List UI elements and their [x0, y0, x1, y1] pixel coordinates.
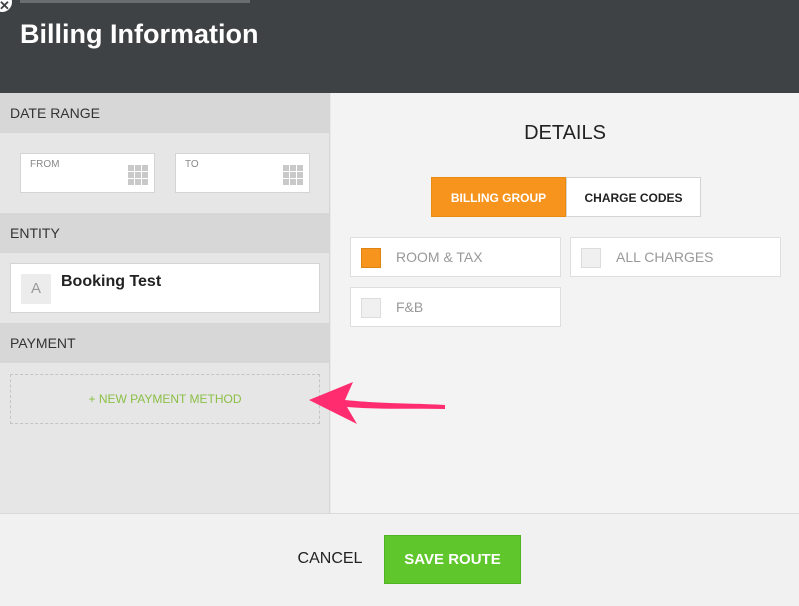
page-title: Billing Information	[20, 19, 259, 49]
to-date-label: TO	[185, 159, 199, 170]
to-date-field[interactable]: TO	[175, 153, 310, 193]
from-date-label: FROM	[30, 159, 60, 170]
entity-heading: ENTITY	[0, 213, 329, 253]
cancel-button[interactable]: CANCEL	[292, 536, 368, 582]
all-charges-checkbox[interactable]	[581, 248, 601, 268]
option-fnb[interactable]: F&B	[350, 287, 561, 327]
details-panel: DETAILS BILLING GROUP CHARGE CODES ROOM …	[331, 93, 799, 513]
room-tax-checkbox[interactable]	[361, 248, 381, 268]
sidebar-panel: DATE RANGE FROM TO ENTITY A Booking Test…	[0, 93, 330, 513]
tab-billing-group[interactable]: BILLING GROUP	[431, 177, 566, 217]
option-room-tax[interactable]: ROOM & TAX	[350, 237, 561, 277]
annotation-arrow-icon	[309, 382, 445, 424]
tab-charge-codes[interactable]: CHARGE CODES	[566, 177, 701, 217]
payment-heading: PAYMENT	[0, 323, 329, 363]
modal-header: ✕ Billing Information	[0, 0, 799, 93]
entity-card[interactable]: A Booking Test	[10, 263, 320, 313]
option-label: ALL CHARGES	[616, 249, 714, 265]
header-top-strip	[20, 0, 250, 3]
close-icon[interactable]: ✕	[0, 0, 12, 13]
calendar-grid-icon[interactable]	[128, 165, 148, 185]
date-range-heading: DATE RANGE	[0, 93, 329, 133]
from-date-field[interactable]: FROM	[20, 153, 155, 193]
modal-footer: CANCEL SAVE ROUTE	[0, 513, 799, 606]
option-label: F&B	[396, 299, 424, 315]
entity-name: Booking Test	[61, 273, 162, 290]
entity-avatar: A	[21, 274, 51, 304]
details-title: DETAILS	[524, 122, 606, 144]
fnb-checkbox[interactable]	[361, 298, 381, 318]
calendar-grid-icon[interactable]	[283, 165, 303, 185]
option-label: ROOM & TAX	[396, 249, 483, 265]
new-payment-method-button[interactable]: + NEW PAYMENT METHOD	[10, 374, 320, 424]
option-all-charges[interactable]: ALL CHARGES	[570, 237, 781, 277]
save-route-button[interactable]: SAVE ROUTE	[384, 535, 521, 584]
